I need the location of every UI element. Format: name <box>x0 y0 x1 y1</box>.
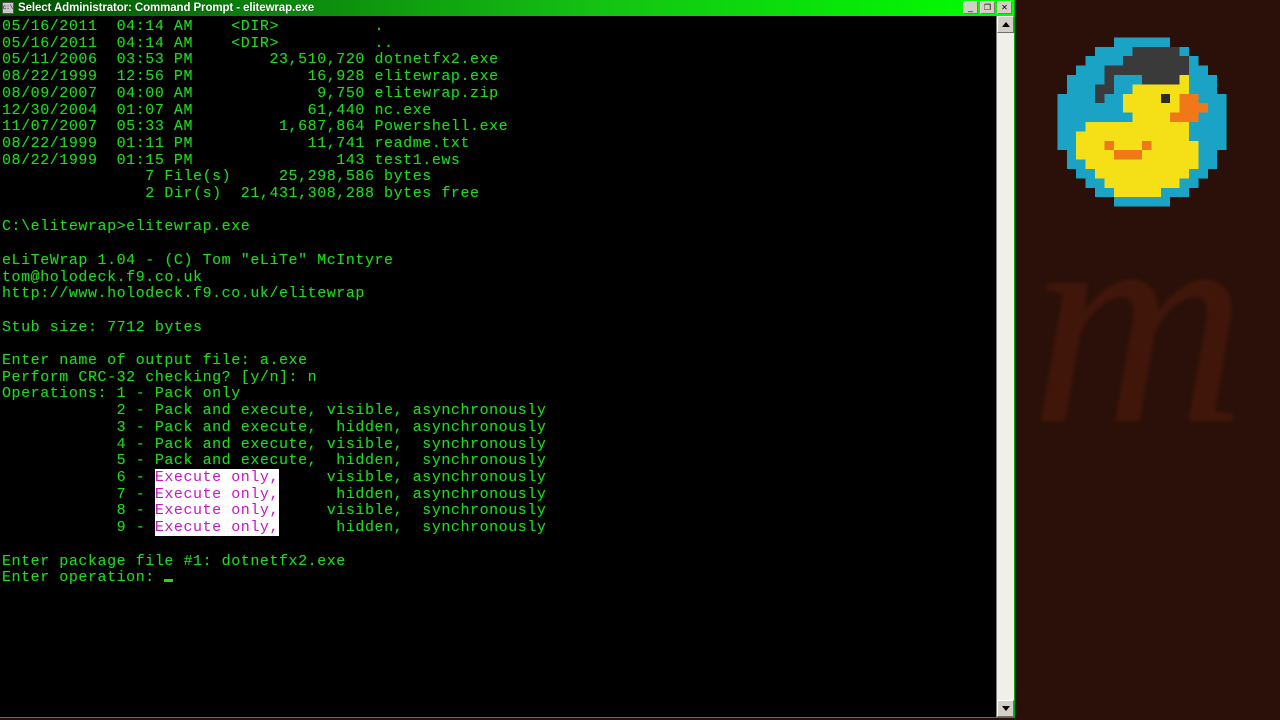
window-title: Select Administrator: Command Prompt - e… <box>18 2 314 14</box>
pixel-duck-graduate-logo <box>1048 28 1236 216</box>
console-icon: c:\ <box>2 2 14 14</box>
highlighted-option: Execute only, <box>154 485 279 503</box>
highlighted-option: Execute only, <box>154 468 279 486</box>
scrollbar-track[interactable] <box>997 33 1014 700</box>
highlighted-option: Execute only, <box>154 519 279 537</box>
scroll-up-arrow-icon[interactable] <box>997 16 1014 33</box>
restore-button[interactable]: ❐ <box>980 1 995 14</box>
console-text: 05/16/2011 04:14 AM <DIR> . 05/16/2011 0… <box>2 18 547 587</box>
close-button[interactable]: ✕ <box>997 1 1012 14</box>
console-scrollbar[interactable] <box>996 16 1014 717</box>
text-cursor <box>164 579 174 583</box>
window-title-bar[interactable]: c:\ Select Administrator: Command Prompt… <box>0 0 1014 16</box>
command-prompt-window[interactable]: c:\ Select Administrator: Command Prompt… <box>0 0 1015 718</box>
minimize-button[interactable]: _ <box>963 1 978 14</box>
console-output-area[interactable]: 05/16/2011 04:14 AM <DIR> . 05/16/2011 0… <box>0 16 996 717</box>
window-controls[interactable]: _ ❐ ✕ <box>963 1 1012 14</box>
scroll-down-arrow-icon[interactable] <box>997 700 1014 717</box>
highlighted-option: Execute only, <box>154 502 279 520</box>
